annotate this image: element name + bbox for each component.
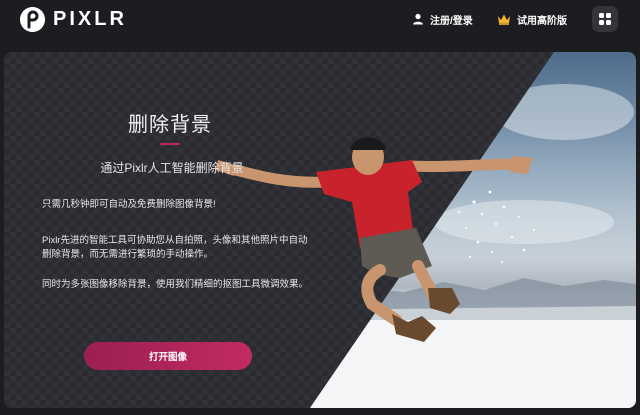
top-bar: PIXLR 注册/登录 试用高阶版: [0, 0, 640, 40]
page-subtitle: 通过Pixlr人工智能删除背景: [100, 161, 244, 175]
user-icon: [413, 13, 423, 25]
apps-menu-button[interactable]: [592, 6, 618, 32]
title-underline: [160, 143, 180, 145]
hero-card: 删除背景 通过Pixlr人工智能删除背景 只需几秒钟即可自动及免费删除图像背景!…: [4, 52, 636, 408]
description-paragraph-1: 只需几秒钟即可自动及免费删除图像背景!: [42, 199, 216, 210]
pixlr-logo[interactable]: PIXLR: [20, 5, 127, 33]
login-button[interactable]: 注册/登录: [412, 10, 473, 28]
crown-icon: [498, 14, 510, 25]
grid-icon: [599, 13, 611, 25]
pixlr-logo-icon: [20, 6, 45, 32]
description-paragraph-2: Pixlr先进的智能工具可协助您从自拍照，头像和其他照片中自动删除背景，而无需进…: [42, 235, 308, 260]
logo-text: PIXLR: [53, 7, 127, 30]
page-title: 删除背景: [128, 114, 212, 136]
premium-trial-button[interactable]: 试用高阶版: [497, 10, 567, 28]
premium-label: 试用高阶版: [517, 15, 567, 27]
open-image-button[interactable]: 打开图像: [84, 342, 252, 370]
login-label: 注册/登录: [430, 15, 473, 27]
description-paragraph-3: 同时为多张图像移除背景，使用我们精细的抠图工具微调效果。: [42, 279, 309, 290]
